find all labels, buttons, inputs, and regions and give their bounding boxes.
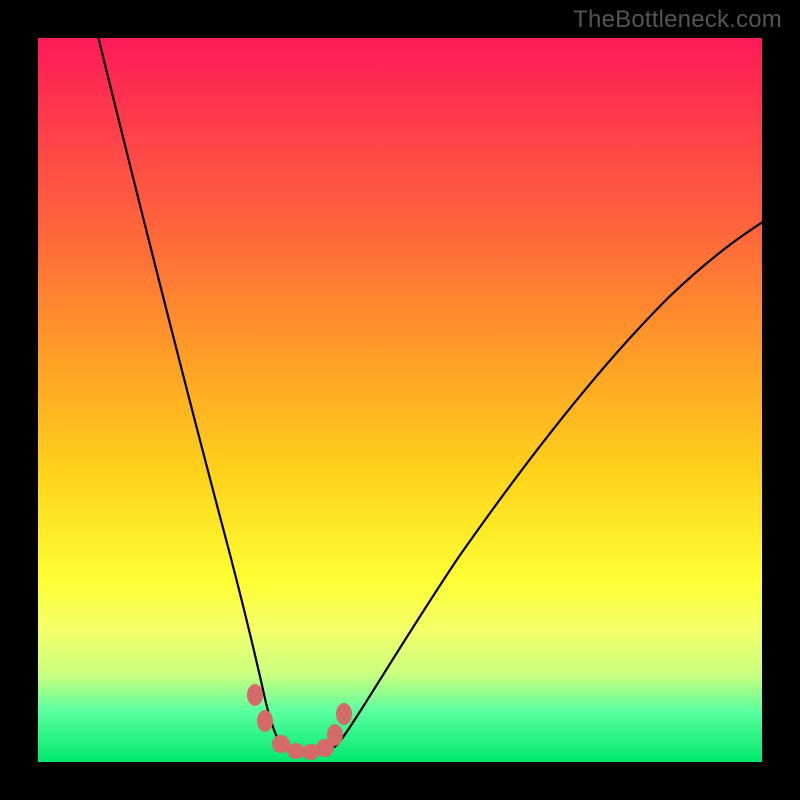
curve-right-branch — [338, 216, 772, 744]
marker-dot — [247, 684, 263, 706]
marker-dot — [336, 703, 352, 725]
marker-dot — [257, 710, 273, 732]
chart-frame: TheBottleneck.com — [0, 0, 800, 800]
curve-left-branch — [96, 28, 282, 746]
curve-layer — [38, 38, 762, 762]
plot-area — [38, 38, 762, 762]
marker-dot — [327, 724, 343, 746]
marker-group — [247, 684, 352, 760]
watermark-text: TheBottleneck.com — [573, 6, 782, 34]
